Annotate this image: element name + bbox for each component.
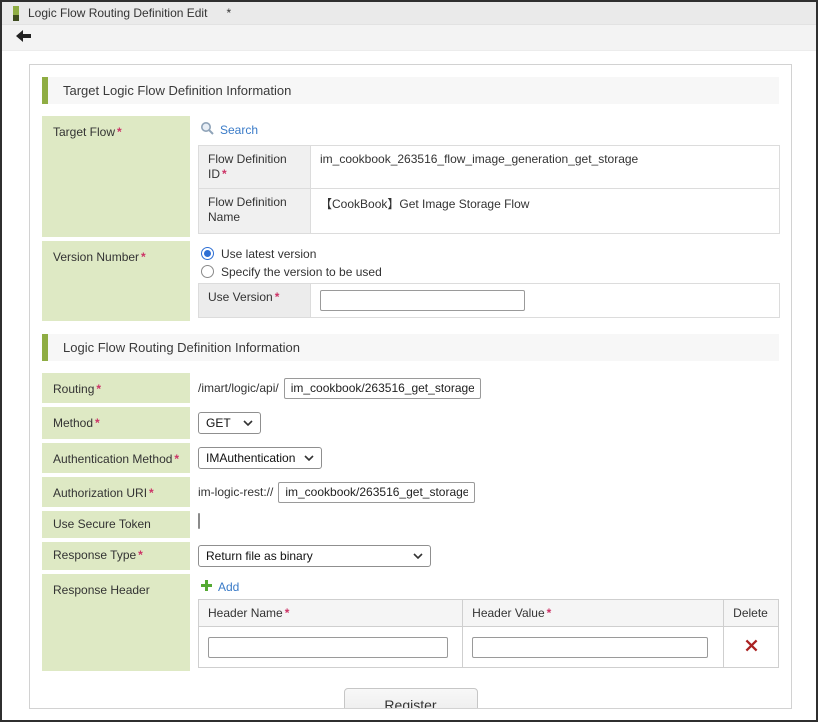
back-button[interactable] [15,29,32,46]
section-target-header: Target Logic Flow Definition Information [42,77,779,104]
row-authorization-uri: Authorization URI * im-logic-rest:// [42,477,779,507]
chevron-down-icon [413,553,423,559]
required-marker: * [174,452,180,466]
row-routing: Routing * /imart/logic/api/ [42,373,779,403]
required-marker: * [138,548,143,562]
row-method: Method * GET [42,407,779,439]
flow-definition-id-value: im_cookbook_263516_flow_image_generation… [310,145,780,189]
response-header-label: Response Header [42,574,190,671]
target-flow-label: Target Flow * [42,116,190,237]
response-header-row [197,626,779,668]
version-number-label: Version Number * [42,241,190,321]
flow-definition-name-label: Flow Definition Name [198,188,311,234]
header-value-input[interactable] [472,636,709,658]
row-target-flow: Target Flow * Search Flow Definition ID * … [42,116,780,237]
delete-column: Delete [723,599,779,627]
flow-definition-id-label: Flow Definition ID * [198,145,311,189]
page-icon [13,5,19,21]
radio-specify-version-label: Specify the version to be used [221,264,382,279]
header-name-input[interactable] [208,636,448,658]
modified-marker: * [226,6,232,20]
response-header-table: Header Name * Header Value * Delete [197,599,779,668]
back-arrow-icon [15,29,32,46]
authorization-uri-label: Authorization URI * [42,477,190,507]
toolbar [2,25,816,51]
section-target-title: Target Logic Flow Definition Information [63,83,292,98]
header-name-column: Header Name * [197,599,464,627]
required-marker: * [222,167,227,181]
window-titlebar: Logic Flow Routing Definition Edit * [2,2,816,25]
use-secure-token-checkbox[interactable] [198,513,200,529]
edit-form-panel: Target Logic Flow Definition Information… [29,64,792,709]
radio-use-latest-version[interactable] [201,247,214,260]
flow-definition-name-value: 【CookBook】Get Image Storage Flow [310,188,780,234]
use-version-label: Use Version * [198,283,311,318]
routing-label: Routing * [42,373,190,403]
row-response-header: Response Header Add Header Name * Header … [42,574,779,671]
method-select[interactable]: GET [198,412,261,434]
required-marker: * [284,606,290,620]
row-use-secure-token: Use Secure Token [42,511,779,538]
section-routing-header: Logic Flow Routing Definition Informatio… [42,334,779,361]
authorization-uri-input[interactable] [278,481,476,503]
required-marker: * [274,290,280,304]
page-title: Logic Flow Routing Definition Edit [28,6,208,20]
chevron-down-icon [243,420,253,426]
row-response-type: Response Type * Return file as binary [42,542,779,570]
header-value-column: Header Value * [462,599,725,627]
routing-prefix: /imart/logic/api/ [198,381,279,395]
row-version-number: Version Number * Use latest version Speci… [42,241,780,321]
required-marker: * [546,606,552,620]
required-marker: * [149,486,154,500]
authentication-method-label: Authentication Method * [42,443,190,473]
use-version-table: Use Version * [198,283,780,318]
response-type-select[interactable]: Return file as binary [198,545,431,567]
section-accent-bar [42,77,48,104]
routing-input[interactable] [283,377,481,399]
method-label: Method * [42,407,190,439]
response-type-label: Response Type * [42,542,190,570]
delete-row-button[interactable] [745,639,758,655]
row-authentication-method: Authentication Method * IMAuthentication [42,443,779,473]
search-icon [200,121,215,139]
required-marker: * [141,250,146,264]
plus-icon [200,579,213,595]
section-accent-bar [42,334,48,361]
use-secure-token-label: Use Secure Token [42,511,190,538]
use-version-input [320,290,525,311]
register-button[interactable]: Register [343,688,478,708]
radio-specify-version[interactable] [201,265,214,278]
radio-use-latest-version-label: Use latest version [221,246,317,261]
required-marker: * [95,416,100,430]
authentication-method-select[interactable]: IMAuthentication [198,447,322,469]
authorization-uri-prefix: im-logic-rest:// [198,485,274,499]
flow-definition-table: Flow Definition ID * im_cookbook_263516_f… [198,145,780,234]
add-header-link[interactable]: Add [200,579,239,595]
required-marker: * [96,382,102,396]
delete-x-icon [745,639,758,655]
required-marker: * [117,125,122,139]
section-routing-title: Logic Flow Routing Definition Informatio… [63,340,301,355]
search-link[interactable]: Search [200,121,258,139]
chevron-down-icon [304,455,314,461]
